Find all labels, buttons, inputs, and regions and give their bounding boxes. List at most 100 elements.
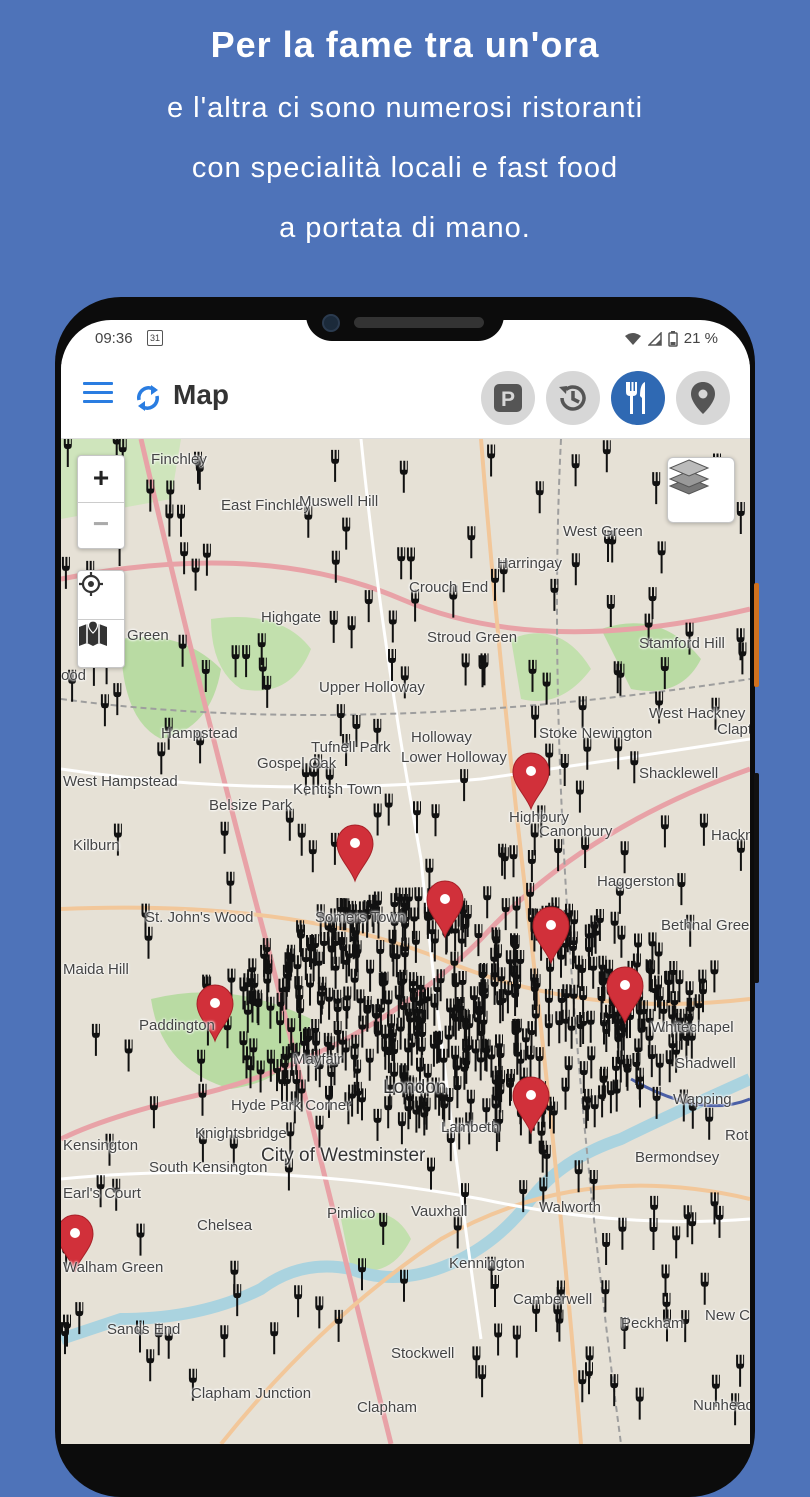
map-place-label: Belsize Park [209,797,293,814]
promo-line: con specialità locali e fast food [191,152,619,184]
map-place-label: Nunhead [693,1397,750,1414]
menu-icon[interactable] [83,382,113,406]
map-place-label: East Finchley [221,497,312,514]
app-bar: Map P [61,358,750,439]
status-time: 09:36 [95,330,133,347]
map-view-button[interactable] [78,619,124,667]
map-place-label: Gospel Oak [257,755,337,772]
battery-percent: 21 % [683,330,718,347]
history-icon [559,385,586,411]
map-place-label: Muswell Hill [299,493,379,510]
zoom-in-button[interactable]: + [78,456,124,503]
history-button[interactable] [546,371,600,425]
map-place-label: Clapham Junction [191,1385,312,1402]
map-place-label: Lambeth [441,1119,500,1136]
map-place-label: Chelsea [197,1217,253,1234]
map-place-label: Kentish Town [293,781,382,798]
map-place-label: West Hampstead [63,773,178,790]
map-place-label: Kilburn [73,837,120,854]
map-place-label: Walham Green [63,1259,164,1276]
map-place-label: Stoke Newington [539,725,653,742]
map-place-label: Whitechapel [651,1019,734,1036]
map-place-label: Highgate [261,609,322,626]
map-place-label: Camberwell [513,1291,593,1308]
map-place-label: London [383,1077,447,1098]
map-place-label: Tufnell Park [311,739,391,756]
map-place-label: Mayfair [293,1051,343,1068]
map-tiles [61,439,750,1444]
layers-button[interactable] [667,457,735,523]
wifi-icon [624,332,641,345]
map-place-label: Upper Holloway [319,679,425,696]
map-place-label: Hackney [711,827,750,844]
map-tools [77,570,125,668]
restaurants-button[interactable] [611,371,665,425]
map-place-label: Shacklewell [639,765,719,782]
speaker-grille [354,317,484,328]
layers-icon [668,459,710,495]
map-place-label: Bethnal Green [661,917,750,934]
map-place-label: New Cross [705,1307,750,1324]
crosshair-icon [79,572,103,596]
map-place-label: Vauxhall [411,1203,468,1220]
map-place-label: Sands End [107,1321,181,1338]
signal-icon [647,331,662,346]
map-place-label: Clapton [717,721,750,738]
map-place-label: West Hackney [649,705,746,722]
refresh-icon[interactable] [133,380,163,414]
map-place-label: Bermondsey [635,1149,720,1166]
power-button [754,773,759,983]
map-place-label: Harringay [497,555,563,572]
phone-screen: 09:36 31 21 % Map P Finchley East Finchl… [61,320,750,1444]
location-pin-icon [691,382,715,414]
map-place-label: Paddington [139,1017,215,1034]
map-place-label: West Green [563,523,643,540]
location-button[interactable] [676,371,730,425]
parking-icon: P [494,384,522,412]
phone-notch [306,297,504,341]
map-place-label: Shadwell [675,1055,736,1072]
map-place-label: Haggerston [597,873,675,890]
map-place-label: Canonbury [539,823,613,840]
battery-icon [668,330,678,347]
map-place-label: Lower Holloway [401,749,507,766]
volume-button [754,583,759,687]
restaurant-icon [626,382,645,414]
promo-line: a portata di mano. [279,212,531,244]
map-place-label: Walworth [539,1199,601,1216]
map-place-label: ood [61,667,87,684]
map-place-label: Peckham [621,1315,684,1332]
svg-text:P: P [501,388,515,411]
map-place-label: Stockwell [391,1345,455,1362]
map-view[interactable]: Finchley East Finchley Muswell Hill West Gr… [61,439,750,1444]
map-place-label: Rot [725,1127,749,1144]
map-icon [79,620,107,646]
map-place-label: Kennington [449,1255,525,1272]
map-place-label: Hampstead [161,725,238,742]
parking-button[interactable]: P [481,371,535,425]
zoom-out-button[interactable]: − [78,502,124,548]
map-place-label: Somers Town [315,909,406,926]
map-place-label: South Kensington [149,1159,268,1176]
map-place-label: Green [127,627,169,644]
map-place-label: Clapham [357,1399,418,1416]
calendar-icon: 31 [147,330,163,346]
map-place-label: Holloway [411,729,472,746]
map-place-label: Stroud Green [427,629,518,646]
map-place-label: City of Westminster [261,1145,426,1166]
locate-me-button[interactable] [78,571,124,620]
zoom-control: + − [77,455,125,549]
map-place-label: Maida Hill [63,961,129,978]
map-place-label: St. John's Wood [145,909,254,926]
camera-icon [322,314,340,332]
map-place-label: Kensington [63,1137,139,1154]
map-place-label: Crouch End [409,579,489,596]
map-place-label: Pimlico [327,1205,376,1222]
map-place-label: Stamford Hill [639,635,725,652]
map-place-label: Hyde Park Corner [231,1097,352,1114]
map-place-label: Knightsbridge [195,1125,287,1142]
map-place-label: Finchley [151,451,207,468]
promo-line: e l'altra ci sono numerosi ristoranti [166,92,644,124]
map-place-label: Earl's Court [63,1185,141,1202]
page-title: Map [173,379,229,410]
